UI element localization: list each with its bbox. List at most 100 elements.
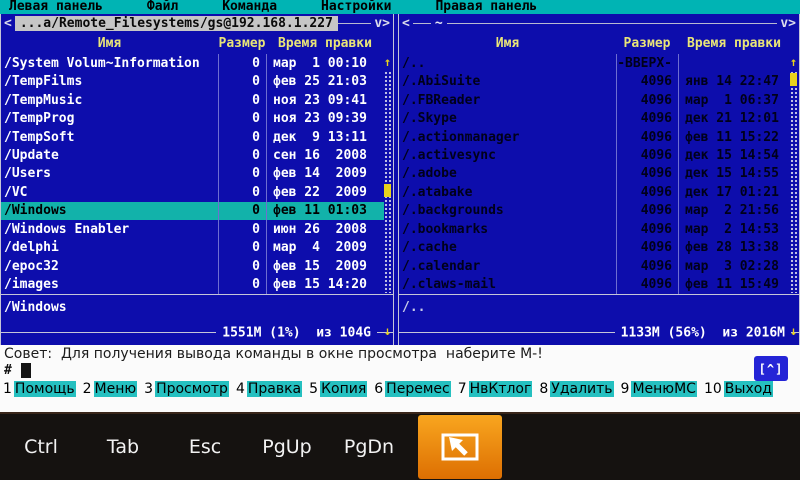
file-mtime: фев 11 15:22 [678, 127, 790, 147]
file-row[interactable]: /Windows Enabler 0 июн 26 2008 [1, 220, 384, 239]
file-mtime: сен 16 2008 [266, 146, 384, 165]
file-mtime: фев 25 21:03 [266, 72, 384, 91]
file-name: /.actionmanager [402, 129, 520, 145]
column-header-size[interactable]: Размер [218, 36, 266, 51]
column-header-name[interactable]: Имя [399, 36, 616, 51]
windowed-mode-button[interactable] [418, 415, 502, 479]
file-size: 0 [218, 146, 266, 165]
file-row[interactable]: /.backgrounds 4096 мар 2 21:56 [399, 201, 790, 221]
file-row[interactable]: /.adobe 4096 дек 15 14:55 [399, 164, 790, 184]
file-mtime: мар 3 02:28 [678, 256, 790, 276]
file-name: /Users [4, 166, 51, 182]
file-size: -ВВЕРХ- [616, 54, 678, 73]
file-row[interactable]: /images 0 фев 15 14:20 [1, 275, 384, 294]
file-mtime: дек 21 12:01 [678, 109, 790, 128]
file-row[interactable]: /epoc32 0 фев 15 2009 [1, 256, 384, 276]
fkey-6-button[interactable]: 6 Перемес [373, 380, 451, 397]
file-row[interactable]: /.. -ВВЕРХ- [399, 54, 790, 73]
file-mtime: фев 22 2009 [266, 183, 384, 202]
fkey-8-button[interactable]: 8 Удалить [538, 380, 614, 397]
fkey-number: 8 [539, 380, 549, 397]
file-row[interactable]: /.AbiSuite 4096 янв 14 22:47 [399, 72, 790, 91]
fkey-4-button[interactable]: 4 Правка [235, 380, 303, 397]
file-row[interactable]: /Windows 0 фев 11 01:03 [1, 201, 384, 221]
menu-item-right-panel[interactable]: Правая панель [435, 0, 537, 14]
fkey-5-button[interactable]: 5 Копия [308, 380, 368, 397]
file-mtime: фев 11 01:03 [266, 201, 384, 221]
file-row[interactable]: /TempSoft 0 дек 9 13:11 [1, 127, 384, 147]
file-row[interactable]: /System Volum~Information 0 мар 1 00:10 [1, 54, 384, 73]
fkey-10-button[interactable]: 10 Выход [703, 380, 773, 397]
file-row[interactable]: /.calendar 4096 мар 3 02:28 [399, 256, 790, 276]
fkey-3-button[interactable]: 3 Просмотр [143, 380, 229, 397]
file-row[interactable]: /.claws-mail 4096 фев 11 15:49 [399, 275, 790, 294]
scroll-down-icon[interactable]: ↓ [383, 323, 392, 339]
file-row[interactable]: /Users 0 фев 14 2009 [1, 164, 384, 184]
scroll-down-icon[interactable]: ↓ [789, 323, 798, 339]
right-scrollbar[interactable]: ↑ ↓ [789, 54, 798, 339]
panel-dropdown-icon[interactable]: v> [371, 16, 393, 31]
menu-item-settings[interactable]: Настройки [321, 0, 391, 14]
menu-item-command[interactable]: Команда [222, 0, 277, 14]
pgdn-key-button[interactable]: PgDn [328, 436, 410, 458]
file-name: /.cache [402, 240, 457, 256]
file-row[interactable]: /.bookmarks 4096 мар 2 14:53 [399, 220, 790, 239]
file-mtime: дек 9 13:11 [266, 127, 384, 147]
file-row[interactable]: /TempProg 0 ноя 23 09:39 [1, 109, 384, 128]
left-panel-path[interactable]: ...a/Remote_Filesystems/gs@192.168.1.227 [14, 16, 338, 31]
panel-dropdown-icon[interactable]: v> [777, 16, 799, 31]
column-header-mtime[interactable]: Время правки [678, 36, 790, 51]
fkey-2-button[interactable]: 2 Меню [82, 380, 138, 397]
file-mtime: мар 2 14:53 [678, 220, 790, 239]
esc-key-button[interactable]: Esc [164, 436, 246, 458]
file-name: /Update [4, 147, 59, 163]
tab-key-button[interactable]: Tab [82, 436, 164, 458]
left-scrollbar[interactable]: ↑ ↓ [383, 54, 392, 339]
file-row[interactable]: /.cache 4096 фев 28 13:38 [399, 238, 790, 257]
file-row[interactable]: /Update 0 сен 16 2008 [1, 146, 384, 165]
input-method-indicator[interactable]: [^] [754, 356, 788, 381]
fkey-1-button[interactable]: 1 Помощь [2, 380, 76, 397]
scroll-track[interactable] [790, 71, 797, 293]
column-header-name[interactable]: Имя [1, 36, 218, 51]
scroll-thumb[interactable] [790, 73, 797, 86]
scroll-up-icon[interactable]: ↑ [383, 54, 392, 70]
panel-history-back-icon[interactable]: < [399, 16, 413, 31]
file-size: 4096 [616, 238, 678, 257]
pgup-key-button[interactable]: PgUp [246, 436, 328, 458]
file-row[interactable]: /TempFilms 0 фев 25 21:03 [1, 72, 384, 91]
file-row[interactable]: /.atabake 4096 дек 17 01:21 [399, 183, 790, 202]
file-row[interactable]: /VC 0 фев 22 2009 [1, 183, 384, 202]
file-size: 0 [218, 109, 266, 128]
file-row[interactable]: /.activesync 4096 дек 15 14:54 [399, 146, 790, 165]
file-mtime: мар 1 06:37 [678, 90, 790, 110]
menu-item-left-panel[interactable]: Левая панель [9, 0, 103, 14]
file-size: 0 [218, 127, 266, 147]
column-header-size[interactable]: Размер [616, 36, 678, 51]
fkey-label: Помощь [13, 380, 76, 397]
file-name: /epoc32 [4, 258, 59, 274]
scroll-up-icon[interactable]: ↑ [789, 54, 798, 70]
fkey-9-button[interactable]: 9 МенюМС [620, 380, 697, 397]
file-row[interactable]: /.FBReader 4096 мар 1 06:37 [399, 90, 790, 110]
file-mtime: дек 15 14:55 [678, 164, 790, 184]
file-name: /.Skype [402, 111, 457, 127]
file-row[interactable]: /delphi 0 мар 4 2009 [1, 238, 384, 257]
scroll-track[interactable] [384, 71, 391, 293]
column-header-mtime[interactable]: Время правки [266, 36, 384, 51]
command-line[interactable]: # [4, 362, 31, 379]
left-panel-title: < ...a/Remote_Filesystems/gs@192.168.1.2… [1, 14, 393, 33]
ctrl-key-button[interactable]: Ctrl [0, 436, 82, 458]
file-mtime: мар 1 00:10 [266, 54, 384, 73]
file-name: /Windows [4, 203, 67, 219]
file-row[interactable]: /.Skype 4096 дек 21 12:01 [399, 109, 790, 128]
fkey-7-button[interactable]: 7 НвКтлог [457, 380, 533, 397]
scroll-thumb[interactable] [384, 184, 391, 197]
file-row[interactable]: /.actionmanager 4096 фев 11 15:22 [399, 127, 790, 147]
file-size: 4096 [616, 109, 678, 128]
panel-history-back-icon[interactable]: < [1, 16, 15, 31]
function-key-bar: 1 Помощь 2 Меню 3 Просмотр 4 Правка 5 Копия 6 Перем… [2, 380, 779, 397]
file-row[interactable]: /TempMusic 0 ноя 23 09:41 [1, 90, 384, 110]
menu-item-file[interactable]: Файл [147, 0, 178, 14]
right-panel-path[interactable]: ~ [430, 14, 447, 33]
